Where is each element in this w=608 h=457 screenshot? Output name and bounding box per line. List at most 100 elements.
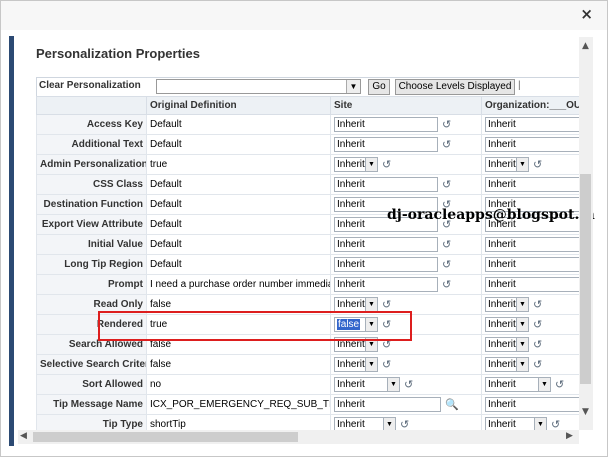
site-input[interactable]: Inherit <box>334 137 438 152</box>
org-select[interactable]: Inherit ▼ <box>485 157 529 172</box>
org-select[interactable]: Inherit ▼ <box>485 317 529 332</box>
site-select-value: Inherit <box>337 379 365 390</box>
undo-icon[interactable]: ↺ <box>442 178 451 191</box>
scroll-up-icon[interactable]: ▲ <box>582 41 589 51</box>
site-select[interactable]: Inherit ▼ <box>334 357 378 372</box>
org-cell: Inherit <box>481 134 592 155</box>
site-input[interactable]: Inherit <box>334 257 438 272</box>
accent-bar <box>9 36 14 446</box>
site-select[interactable]: Inherit ▼ <box>334 157 378 172</box>
undo-icon[interactable]: ↺ <box>533 158 542 171</box>
org-select[interactable]: Inherit ▼ <box>485 417 547 430</box>
undo-icon[interactable]: ↺ <box>382 298 391 311</box>
chevron-down-icon[interactable]: ▼ <box>534 418 546 430</box>
page-title: Personalization Properties <box>36 46 200 61</box>
original-definition: no <box>146 374 331 395</box>
personalization-toolbar: Clear Personalization ▼ Go Choose Levels… <box>36 77 592 97</box>
table-header-row: Original Definition Site Organization:__… <box>36 96 592 115</box>
site-cell: Inherit ▼ ↺ <box>330 414 482 430</box>
org-input[interactable]: Inherit <box>485 237 589 252</box>
property-label: Destination Function <box>36 194 147 215</box>
original-definition: Default <box>146 114 331 135</box>
chevron-down-icon[interactable]: ▼ <box>516 318 528 331</box>
go-button[interactable]: Go <box>368 79 390 95</box>
undo-icon[interactable]: ↺ <box>400 418 409 430</box>
undo-icon[interactable]: ↺ <box>442 138 451 151</box>
search-icon[interactable]: 🔍 <box>445 398 459 411</box>
chevron-down-icon[interactable]: ▼ <box>365 358 377 371</box>
original-definition: Default <box>146 134 331 155</box>
choose-levels-button[interactable]: Choose Levels Displayed <box>395 79 515 95</box>
property-label: Prompt <box>36 274 147 295</box>
org-input[interactable]: Inherit <box>485 137 589 152</box>
site-select-value: Inherit <box>337 359 365 370</box>
site-input[interactable]: Inherit <box>334 237 438 252</box>
org-input[interactable]: Inherit <box>485 277 589 292</box>
undo-icon[interactable]: ↺ <box>442 118 451 131</box>
org-input[interactable]: Inherit <box>485 117 589 132</box>
scroll-right-icon[interactable]: ▶ <box>566 431 573 441</box>
undo-icon[interactable]: ↺ <box>442 278 451 291</box>
horizontal-scrollbar[interactable]: ◀ ▶ <box>18 430 579 444</box>
table-row: Access Key Default Inherit ↺ Inherit <box>36 114 592 135</box>
site-input[interactable]: Inherit <box>334 277 438 292</box>
undo-icon[interactable]: ↺ <box>555 378 564 391</box>
site-select[interactable]: Inherit ▼ <box>334 297 378 312</box>
original-definition: false <box>146 354 331 375</box>
org-select-value: Inherit <box>488 379 516 390</box>
site-cell: Inherit ▼ ↺ <box>330 374 482 395</box>
undo-icon[interactable]: ↺ <box>382 358 391 371</box>
undo-icon[interactable]: ↺ <box>551 418 560 430</box>
undo-icon[interactable]: ↺ <box>533 298 542 311</box>
chevron-down-icon[interactable]: ▼ <box>365 158 377 171</box>
site-input[interactable]: Inherit <box>334 117 438 132</box>
vertical-scroll-thumb[interactable] <box>580 174 591 384</box>
original-definition: Default <box>146 254 331 275</box>
org-input[interactable]: Inherit <box>485 397 589 412</box>
undo-icon[interactable]: ↺ <box>404 378 413 391</box>
chevron-down-icon[interactable]: ▼ <box>387 378 399 391</box>
property-label: CSS Class <box>36 174 147 195</box>
org-input[interactable]: Inherit <box>485 177 589 192</box>
undo-icon[interactable]: ↺ <box>442 238 451 251</box>
table-row: Initial Value Default Inherit ↺ Inherit <box>36 234 592 255</box>
watermark-text: dj-oracleapps@blogspot.in <box>387 207 595 223</box>
chevron-down-icon[interactable]: ▼ <box>383 418 395 430</box>
original-definition: ICX_POR_EMERGENCY_REQ_SUB_TIP <box>146 394 331 415</box>
horizontal-scroll-thumb[interactable] <box>33 432 298 442</box>
org-select[interactable]: Inherit ▼ <box>485 297 529 312</box>
org-select[interactable]: Inherit ▼ <box>485 337 529 352</box>
org-cell: Inherit ▼ ↺ <box>481 154 592 175</box>
undo-icon[interactable]: ↺ <box>533 318 542 331</box>
scroll-left-icon[interactable]: ◀ <box>20 431 27 441</box>
chevron-down-icon[interactable]: ▼ <box>516 158 528 171</box>
undo-icon[interactable]: ↺ <box>442 258 451 271</box>
clear-personalization-select[interactable]: ▼ <box>156 79 361 94</box>
undo-icon[interactable]: ↺ <box>382 158 391 171</box>
site-cell: Inherit ↺ <box>330 134 482 155</box>
scroll-down-icon[interactable]: ▼ <box>582 407 589 417</box>
org-input[interactable]: Inherit <box>485 257 589 272</box>
org-select-value: Inherit <box>488 419 516 430</box>
site-select[interactable]: Inherit ▼ <box>334 417 396 430</box>
chevron-down-icon[interactable]: ▼ <box>346 80 360 93</box>
chevron-down-icon[interactable]: ▼ <box>516 338 528 351</box>
close-icon[interactable]: × <box>580 5 593 23</box>
table-row: Admin Personalization true Inherit ▼ ↺ Inheri… <box>36 154 592 175</box>
vertical-scrollbar[interactable]: ▲ ▼ <box>579 37 593 430</box>
undo-icon[interactable]: ↺ <box>533 338 542 351</box>
site-lov-input[interactable]: Inherit <box>334 397 441 412</box>
chevron-down-icon[interactable]: ▼ <box>538 378 550 391</box>
site-input[interactable]: Inherit <box>334 177 438 192</box>
site-cell: Inherit ↺ <box>330 114 482 135</box>
org-select[interactable]: Inherit ▼ <box>485 357 529 372</box>
org-select[interactable]: Inherit ▼ <box>485 377 551 392</box>
highlight-box <box>98 311 412 341</box>
site-select[interactable]: Inherit ▼ <box>334 377 400 392</box>
chevron-down-icon[interactable]: ▼ <box>365 298 377 311</box>
chevron-down-icon[interactable]: ▼ <box>516 298 528 311</box>
undo-icon[interactable]: ↺ <box>533 358 542 371</box>
chevron-down-icon[interactable]: ▼ <box>516 358 528 371</box>
site-cell: Inherit ↺ <box>330 274 482 295</box>
original-definition: shortTip <box>146 414 331 430</box>
